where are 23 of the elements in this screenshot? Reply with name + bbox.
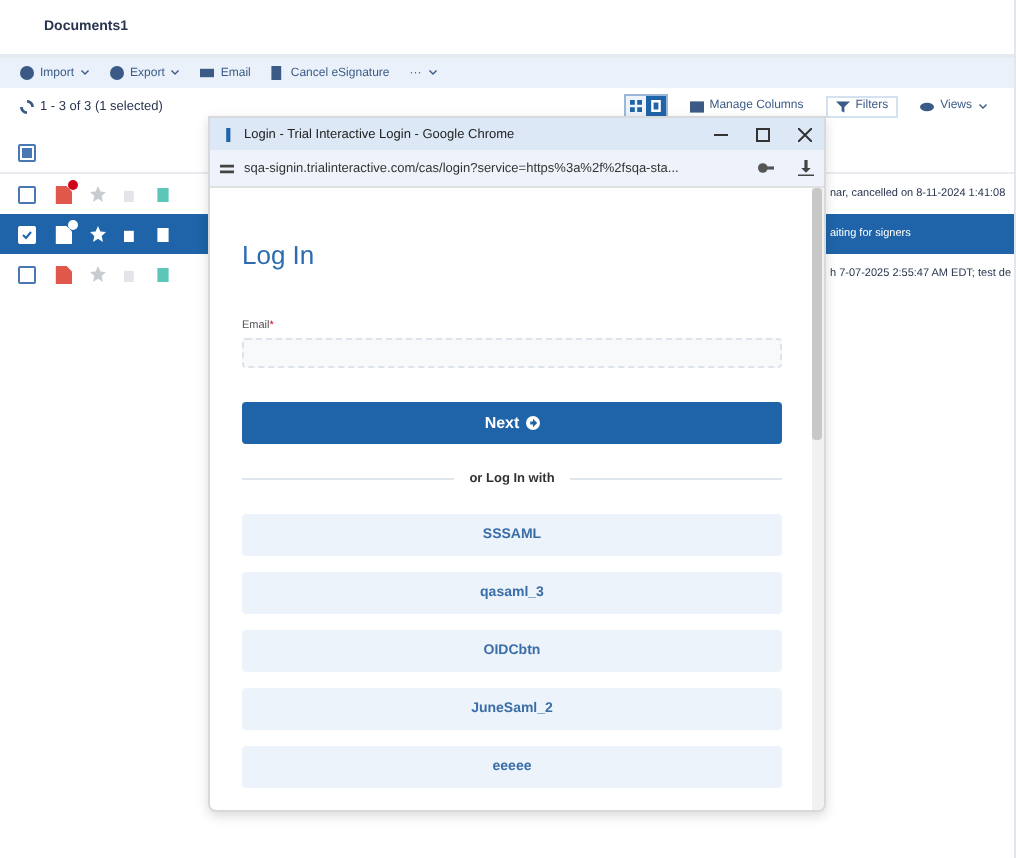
close-icon[interactable] xyxy=(798,127,812,141)
arrow-circle-icon xyxy=(525,416,540,430)
scrollbar-thumb[interactable] xyxy=(812,188,822,440)
next-button[interactable]: Next xyxy=(242,402,782,444)
caret-icon xyxy=(170,68,181,78)
caret-icon xyxy=(80,68,91,78)
caret-icon xyxy=(978,101,988,111)
login-heading: Log In xyxy=(242,240,317,270)
email-field[interactable] xyxy=(242,338,782,368)
star-icon xyxy=(90,226,106,242)
list-view-button[interactable] xyxy=(645,96,666,116)
key-icon xyxy=(758,160,774,176)
row-checkbox[interactable] xyxy=(18,185,36,203)
filter-icon xyxy=(835,99,850,113)
caret-icon xyxy=(427,68,438,78)
download-icon xyxy=(798,160,814,176)
refresh-icon xyxy=(20,99,34,113)
star-icon xyxy=(90,266,106,282)
select-all-checkbox[interactable] xyxy=(18,143,36,161)
maximize-icon[interactable] xyxy=(756,127,770,141)
star-icon xyxy=(90,186,106,202)
row-checkbox[interactable] xyxy=(18,265,36,283)
grid-view-button[interactable] xyxy=(625,96,646,116)
